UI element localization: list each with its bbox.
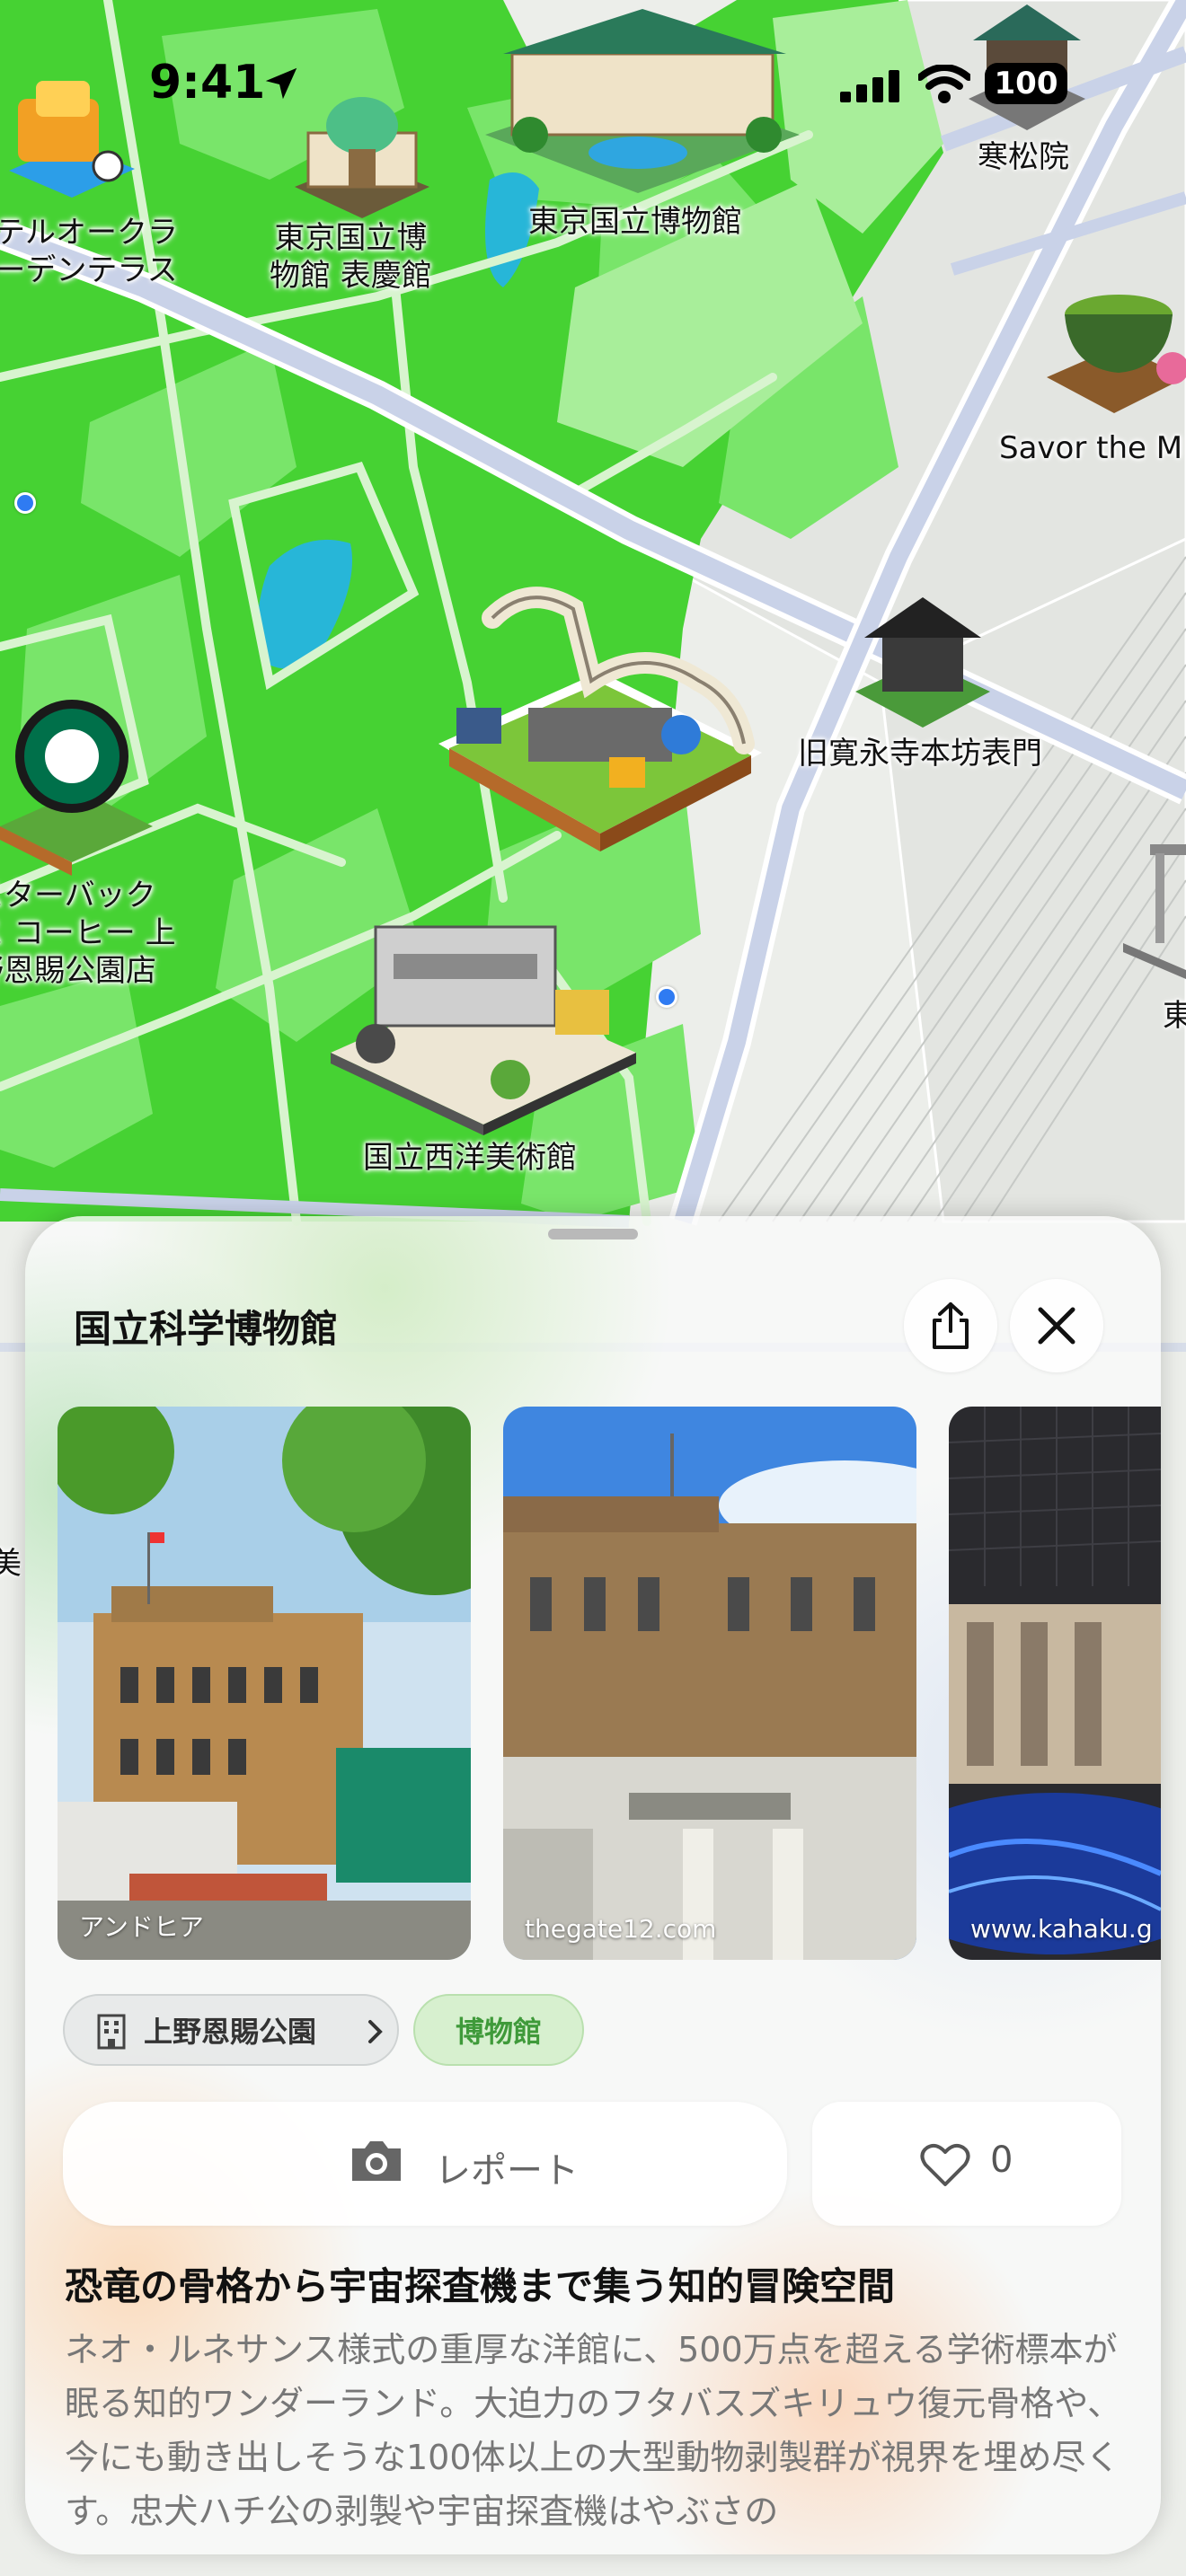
map-dot-marker[interactable] [656,986,677,1008]
label-kaneiji[interactable]: 旧寛永寺本坊表門 [798,735,1042,772]
close-button[interactable] [1010,1279,1103,1372]
poi-savor[interactable] [1042,260,1186,431]
building-icon [97,2014,126,2050]
map-dot-marker[interactable] [14,492,36,514]
place-detail-sheet[interactable]: 国立科学博物館 アンドヒア thegate12.com www.kahaku.g… [25,1216,1161,2554]
poi-kaneiji-gate[interactable] [846,584,999,737]
label-savor[interactable]: Savor the M [999,429,1182,467]
close-icon [1038,1307,1075,1345]
photo-credit: www.kahaku.g [970,1914,1153,1944]
poi-shrine-edge[interactable] [1123,835,1186,979]
like-count: 0 [990,2139,1013,2181]
like-button[interactable]: 0 [812,2102,1121,2226]
report-label: レポート [435,2150,579,2192]
status-time: 9:41 [149,56,266,110]
photo-credit: thegate12.com [525,1914,717,1944]
photo-museum-exterior [58,1407,471,1960]
place-title: 国立科学博物館 [74,1307,339,1351]
poi-science-museum-selected[interactable] [429,573,771,869]
battery-indicator: 100 [985,63,1067,104]
label-okura-text: ホテルオークラ ガーデンテラス [0,215,178,288]
photo-museum-interior [949,1407,1161,1960]
label-hyokeikan[interactable]: 東京国立博 物館 表慶館 [270,219,432,295]
label-starbucks-text: スターバック ス コーヒー 上 野恩賜公園店 [0,878,176,989]
label-western-art[interactable]: 国立西洋美術館 [363,1139,577,1177]
report-button[interactable]: レポート [63,2102,787,2226]
heart-icon [920,2143,970,2186]
status-bar: 9:41 100 [0,0,1186,171]
label-left-edge[interactable]: 美 [0,1545,22,1583]
place-headline: 恐竜の骨格から宇宙探査機まで集う知的冒険空間 [65,2264,896,2308]
label-right-edge[interactable]: 東 [1163,997,1186,1035]
photo-credit: アンドヒア [79,1912,204,1942]
poi-starbucks[interactable] [0,692,162,880]
photo-card[interactable]: thegate12.com [503,1407,916,1960]
photo-museum-entrance [503,1407,916,1960]
wifi-icon [918,65,970,103]
photo-card[interactable]: アンドヒア [58,1407,471,1960]
label-tnm[interactable]: 東京国立博物館 [528,203,742,241]
label-starbucks[interactable]: スターバック ス コーヒー 上 野恩賜公園店 [0,877,176,990]
place-description: ネオ・ルネサンス様式の重厚な洋館に、500万点を超える学術標本が眠る知的ワンダー… [65,2330,1122,2531]
chevron-right-icon [368,2020,383,2043]
park-chip-label: 上野恩賜公園 [144,2015,317,2049]
camera-icon [352,2141,401,2181]
poi-western-art[interactable] [322,900,645,1135]
share-button[interactable] [904,1279,997,1372]
label-okura[interactable]: ホテルオークラ ガーデンテラス [0,214,178,289]
label-hyokeikan-text: 東京国立博 物館 表慶館 [270,220,432,294]
share-icon [933,1302,969,1349]
location-arrow-icon [265,67,297,100]
sheet-grabber-handle[interactable] [548,1229,638,1239]
category-chip[interactable]: 博物館 [413,1994,584,2066]
cellular-signal-icon [840,70,899,102]
photo-card[interactable]: www.kahaku.g [949,1407,1161,1960]
park-chip[interactable]: 上野恩賜公園 [63,1994,399,2066]
